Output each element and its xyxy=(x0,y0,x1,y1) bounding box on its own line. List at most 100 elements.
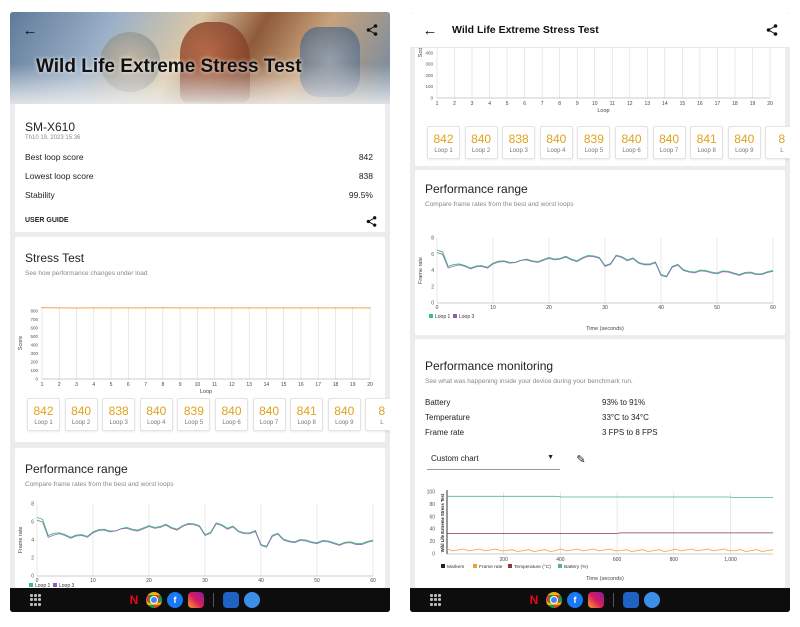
y-tick-label: 0 xyxy=(432,552,435,558)
monitoring-value: 3 FPS to 8 FPS xyxy=(602,428,658,437)
facebook-icon[interactable]: f xyxy=(567,592,583,608)
score-point xyxy=(110,307,112,309)
frame-rate-line xyxy=(446,548,774,552)
right-screen: 1234567891011121314151617181920800700600… xyxy=(410,12,790,588)
loop-score-value: 840 xyxy=(71,404,92,418)
y-tick-label: 6 xyxy=(431,252,434,258)
share-icon[interactable] xyxy=(764,22,780,38)
loop-score-value: 840 xyxy=(734,132,755,146)
stress-test-title: Stress Test xyxy=(25,251,85,265)
score-point xyxy=(162,307,164,309)
app-drawer-icon[interactable] xyxy=(30,594,42,606)
y-axis-label: Frame rate xyxy=(418,257,424,284)
loop-score-value: 840 xyxy=(621,132,642,146)
monitoring-label: Temperature xyxy=(425,413,470,422)
user-guide-link[interactable]: USER GUIDE xyxy=(25,217,69,224)
legend-label: Loop 1 xyxy=(435,314,451,320)
x-tick-label: 8 xyxy=(161,382,164,388)
score-point xyxy=(179,307,181,309)
stability-value: 99.5% xyxy=(348,190,373,200)
x-tick-label: 15 xyxy=(680,101,686,107)
score-point xyxy=(127,307,130,309)
legend-label: Frame rate xyxy=(479,564,503,570)
loop-score-cell: 840 Loop 2 xyxy=(64,398,98,431)
y-tick-label: 800 xyxy=(30,309,38,314)
app-drawer-icon[interactable] xyxy=(430,594,442,606)
instagram-icon[interactable] xyxy=(188,592,204,608)
hub-icon[interactable] xyxy=(244,592,260,608)
x-tick-label: 3 xyxy=(471,101,474,107)
x-tick-label: 10 xyxy=(592,101,598,107)
x-tick-label: 17 xyxy=(315,382,321,388)
loop-score-label: Loop 6 xyxy=(622,148,641,154)
stress-test-chart: 1234567891011121314151617181920800700600… xyxy=(18,306,373,394)
netflix-icon[interactable]: N xyxy=(127,592,141,608)
share-icon[interactable] xyxy=(363,213,379,229)
loop-score-label: L xyxy=(780,148,784,154)
hub-icon[interactable] xyxy=(644,592,660,608)
instagram-icon[interactable] xyxy=(588,592,604,608)
x-tick-label: 600 xyxy=(613,557,622,563)
share-icon[interactable] xyxy=(364,22,380,38)
loop-score-value: 840 xyxy=(546,132,567,146)
run-date: Th10 19, 2023 15:36 xyxy=(25,135,81,141)
loop-score-cell: 841 Loop 8 xyxy=(290,398,324,431)
legend-swatch xyxy=(558,564,562,568)
y-tick-label: 200 xyxy=(425,73,433,78)
x-tick-label: 14 xyxy=(662,101,668,107)
system-navbar: N f xyxy=(10,588,390,612)
monitoring-chart: 100806040200200 400 600 800 1,000Wild Life E… xyxy=(427,490,774,582)
gallery-icon[interactable] xyxy=(223,592,239,608)
lowest-score-row: Lowest loop score 838 xyxy=(25,171,373,181)
chrome-icon[interactable] xyxy=(546,592,562,608)
performance-range-card: Performance range Compare frame rates fr… xyxy=(15,448,385,588)
performance-range-chart: 0 10 20 30 40 50 6086420Frame rateLoop 1 Loop 3 xyxy=(18,502,376,589)
x-tick-label: 16 xyxy=(697,101,703,107)
y-tick-label: 600 xyxy=(30,326,38,331)
performance-range-subtitle: Compare frame rates from the best and wo… xyxy=(425,201,574,208)
x-tick-label: 10 xyxy=(90,578,96,584)
score-point xyxy=(300,307,302,309)
loop-score-cell: 840 Loop 7 xyxy=(252,398,286,431)
y-tick-label: 8 xyxy=(31,502,34,508)
loop-score-value: 840 xyxy=(259,404,280,418)
loop-score-label: Loop 1 xyxy=(434,148,453,154)
loop-score-label: Loop 5 xyxy=(184,420,204,426)
caret-down-icon: ▼ xyxy=(547,454,554,461)
x-tick-label: 10 xyxy=(490,305,496,311)
performance-range-title: Performance range xyxy=(25,462,128,476)
facebook-icon[interactable]: f xyxy=(167,592,183,608)
back-arrow-icon[interactable]: ← xyxy=(22,22,38,39)
legend-label: Battery (%) xyxy=(564,564,588,570)
y-tick-label: 0 xyxy=(431,301,434,307)
legend-label: Temperature (°C) xyxy=(514,564,551,570)
back-arrow-icon[interactable]: ← xyxy=(422,22,438,39)
y-tick-label: 0 xyxy=(31,574,34,580)
loop-score-cell: 838 Loop 3 xyxy=(102,398,136,431)
dropdown-value: Custom chart xyxy=(431,454,479,463)
score-point xyxy=(58,307,60,309)
loop-score-value: 842 xyxy=(33,404,54,418)
x-tick-label: 7 xyxy=(541,101,544,107)
legend-swatch xyxy=(29,583,33,587)
y-tick-label: 500 xyxy=(30,334,38,339)
x-tick-label: 400 xyxy=(556,557,565,563)
netflix-icon[interactable]: N xyxy=(527,592,541,608)
custom-chart-dropdown[interactable]: Custom chart ▼ xyxy=(427,452,560,470)
navbar-divider xyxy=(213,593,214,607)
stability-label: Stability xyxy=(25,190,55,200)
loop-score-label: Loop 8 xyxy=(697,148,716,154)
x-tick-label: 19 xyxy=(350,382,356,388)
app-bar: ← Wild Life Extreme Stress Test xyxy=(410,12,790,48)
x-tick-label: 9 xyxy=(576,101,579,107)
chrome-icon[interactable] xyxy=(146,592,162,608)
x-tick-label: 7 xyxy=(144,382,147,388)
edit-pencil-icon[interactable]: ✎ xyxy=(573,451,589,467)
loop-score-value: 838 xyxy=(108,404,129,418)
x-tick-label: 20 xyxy=(367,382,373,388)
gallery-icon[interactable] xyxy=(623,592,639,608)
loop-score-label: Loop 2 xyxy=(71,420,91,426)
loop-score-cell: 839 Loop 5 xyxy=(577,126,611,159)
y-tick-label: 20 xyxy=(429,539,435,545)
left-screen: ← Wild Life Extreme Stress Test SM-X610 … xyxy=(10,12,390,588)
